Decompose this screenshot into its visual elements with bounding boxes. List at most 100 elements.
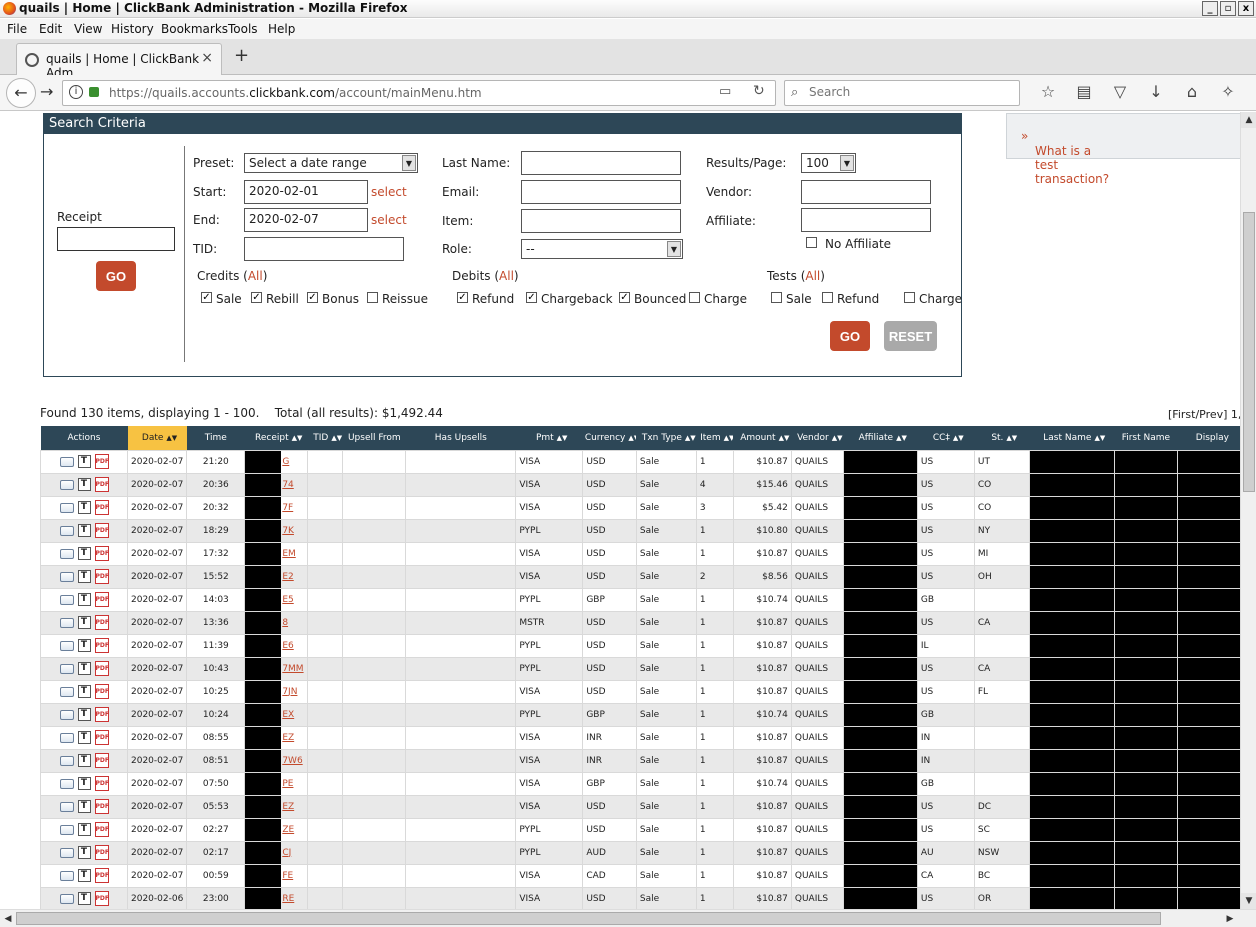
receipt-link[interactable]: EM xyxy=(282,549,295,559)
receipt-link[interactable]: ZE xyxy=(282,825,294,835)
column-header-st[interactable]: St. ▲▼ xyxy=(974,426,1030,450)
preset-select[interactable]: Select a date range ▼ xyxy=(244,153,418,173)
menu-view[interactable]: View xyxy=(74,22,102,36)
email-icon[interactable] xyxy=(59,847,74,858)
email-icon[interactable] xyxy=(59,502,74,513)
column-header-vendor[interactable]: Vendor ▲▼ xyxy=(791,426,844,450)
tab-active[interactable]: quails | Home | ClickBank Adm... × xyxy=(16,43,222,80)
tests-all-link[interactable]: All xyxy=(805,269,820,283)
sort-arrows-icon[interactable]: ▲▼ xyxy=(1006,434,1017,441)
start-date-input[interactable]: 2020-02-01 xyxy=(244,180,368,204)
column-header-pmt[interactable]: Pmt ▲▼ xyxy=(515,426,583,450)
column-header-time[interactable]: Time xyxy=(186,426,245,450)
receipt-link[interactable]: E5 xyxy=(282,595,293,605)
pdf-icon[interactable]: PDF xyxy=(94,546,109,561)
ticket-icon[interactable]: T xyxy=(77,662,91,675)
receipt-go-button[interactable]: GO xyxy=(96,261,136,291)
column-header-first-name[interactable]: First Name xyxy=(1114,426,1178,450)
pdf-icon[interactable]: PDF xyxy=(94,799,109,814)
receipt-input[interactable] xyxy=(57,227,175,251)
email-icon[interactable] xyxy=(59,479,74,490)
ticket-icon[interactable]: T xyxy=(77,708,91,721)
column-header-currency[interactable]: Currency▲▼ xyxy=(582,426,637,450)
pdf-icon[interactable]: PDF xyxy=(94,638,109,653)
email-icon[interactable] xyxy=(59,640,74,651)
sort-arrows-icon[interactable]: ▲▼ xyxy=(779,434,790,441)
email-icon[interactable] xyxy=(59,525,74,536)
scroll-left-icon[interactable]: ◀ xyxy=(0,911,16,927)
email-icon[interactable] xyxy=(59,571,74,582)
email-icon[interactable] xyxy=(59,548,74,559)
ticket-icon[interactable]: T xyxy=(77,593,91,606)
email-icon[interactable] xyxy=(59,824,74,835)
close-window-button[interactable]: x xyxy=(1238,1,1254,16)
column-header-date[interactable]: Date ▲▼ xyxy=(127,426,187,450)
debits-all-link[interactable]: All xyxy=(499,269,514,283)
downloads-icon[interactable]: ↓ xyxy=(1138,82,1174,101)
pdf-icon[interactable]: PDF xyxy=(94,592,109,607)
receipt-link[interactable]: EZ xyxy=(282,733,294,743)
sort-arrows-icon[interactable]: ▲▼ xyxy=(1094,434,1105,441)
reader-view-icon[interactable]: ▭ xyxy=(719,84,731,99)
email-icon[interactable] xyxy=(59,686,74,697)
search-input[interactable] xyxy=(809,85,1009,99)
minimize-button[interactable]: _ xyxy=(1202,1,1218,16)
receipt-link[interactable]: EZ xyxy=(282,802,294,812)
ticket-icon[interactable]: T xyxy=(77,846,91,859)
receipt-link[interactable]: 7W6 xyxy=(282,756,302,766)
pdf-icon[interactable]: PDF xyxy=(94,753,109,768)
tab-close-icon[interactable]: × xyxy=(201,50,213,66)
debits-refund-checkbox[interactable]: ✓ xyxy=(457,292,468,303)
email-icon[interactable] xyxy=(59,732,74,743)
ticket-icon[interactable]: T xyxy=(77,501,91,514)
ticket-icon[interactable]: T xyxy=(77,570,91,583)
column-header-receipt[interactable]: Receipt ▲▼ xyxy=(244,426,308,450)
horizontal-scrollbar[interactable]: ◀ ▶ xyxy=(0,909,1256,927)
receipt-link[interactable]: E6 xyxy=(282,641,293,651)
back-button[interactable]: ← xyxy=(6,78,36,108)
pdf-icon[interactable]: PDF xyxy=(94,454,109,469)
scroll-right-icon[interactable]: ▶ xyxy=(1222,911,1238,927)
receipt-link[interactable]: PE xyxy=(282,779,293,789)
email-input[interactable] xyxy=(521,180,681,204)
results-per-page-select[interactable]: 100 ▼ xyxy=(801,153,856,173)
menu-file[interactable]: File xyxy=(7,22,27,36)
receipt-link[interactable]: FE xyxy=(282,871,293,881)
scroll-down-icon[interactable]: ▼ xyxy=(1241,893,1256,909)
debits-charge-checkbox[interactable] xyxy=(689,292,700,303)
vendor-input[interactable] xyxy=(801,180,931,204)
column-header-affiliate[interactable]: Affiliate ▲▼ xyxy=(843,426,918,450)
ticket-icon[interactable]: T xyxy=(77,754,91,767)
column-header-last-name[interactable]: Last Name ▲▼ xyxy=(1029,426,1115,450)
sort-arrows-icon[interactable]: ▲▼ xyxy=(724,434,734,441)
column-header-amount[interactable]: Amount ▲▼ xyxy=(733,426,792,450)
ticket-icon[interactable]: T xyxy=(77,731,91,744)
receipt-link[interactable]: 7MM xyxy=(282,664,303,674)
forward-button[interactable]: → xyxy=(40,82,53,101)
end-select-link[interactable]: select xyxy=(371,213,407,227)
restore-button[interactable]: ▫ xyxy=(1220,1,1236,16)
sort-arrows-icon[interactable]: ▲▼ xyxy=(685,434,696,441)
email-icon[interactable] xyxy=(59,594,74,605)
credits-reissue-checkbox[interactable] xyxy=(367,292,378,303)
credits-rebill-checkbox[interactable]: ✓ xyxy=(251,292,262,303)
email-icon[interactable] xyxy=(59,870,74,881)
ticket-icon[interactable]: T xyxy=(77,823,91,836)
pdf-icon[interactable]: PDF xyxy=(94,477,109,492)
tests-sale-checkbox[interactable] xyxy=(771,292,782,303)
share-icon[interactable]: ✧ xyxy=(1210,82,1246,101)
ticket-icon[interactable]: T xyxy=(77,455,91,468)
pdf-icon[interactable]: PDF xyxy=(94,868,109,883)
ticket-icon[interactable]: T xyxy=(77,478,91,491)
pdf-icon[interactable]: PDF xyxy=(94,569,109,584)
column-header-tid[interactable]: TID ▲▼ xyxy=(307,426,343,450)
pdf-icon[interactable]: PDF xyxy=(94,891,109,906)
credits-sale-checkbox[interactable]: ✓ xyxy=(201,292,212,303)
bookmark-star-icon[interactable]: ☆ xyxy=(1030,82,1066,101)
no-affiliate-checkbox[interactable] xyxy=(806,237,817,248)
scroll-up-icon[interactable]: ▲ xyxy=(1241,112,1256,128)
tests-refund-checkbox[interactable] xyxy=(822,292,833,303)
sort-arrows-icon[interactable]: ▲▼ xyxy=(557,434,568,441)
menu-bookmarks[interactable]: Bookmarks xyxy=(161,22,228,36)
search-bar[interactable]: ⌕ xyxy=(784,80,1020,106)
